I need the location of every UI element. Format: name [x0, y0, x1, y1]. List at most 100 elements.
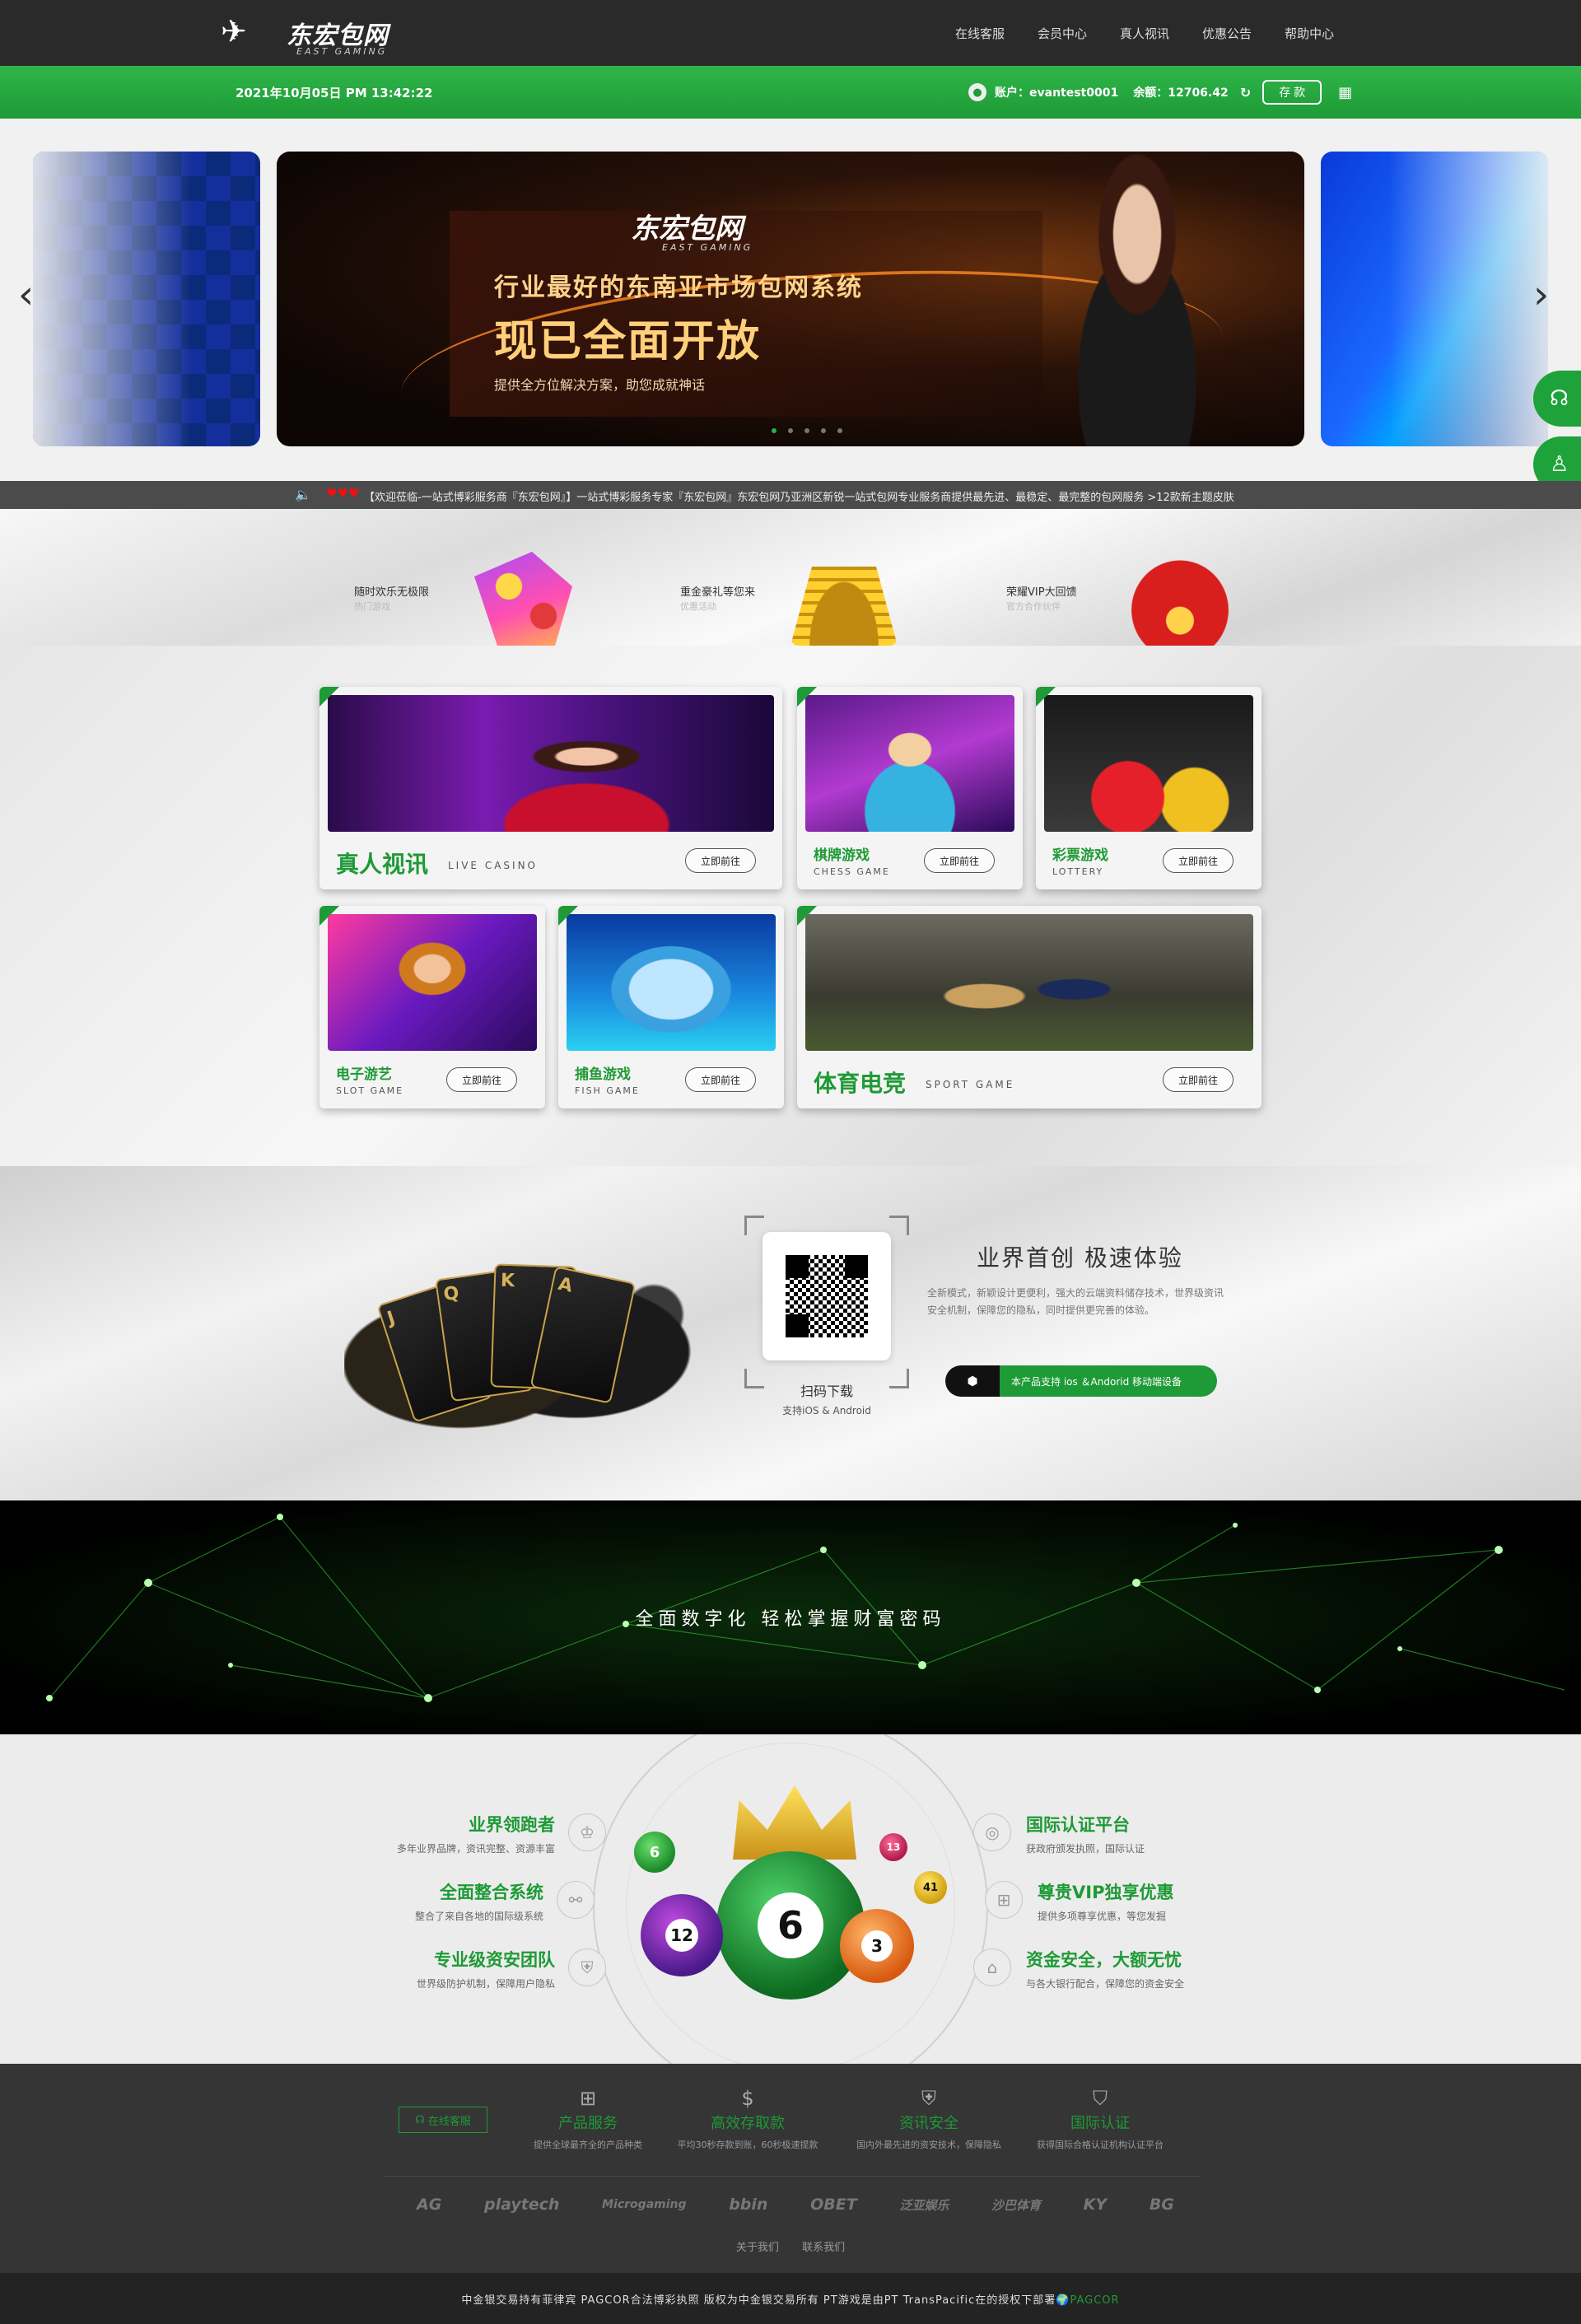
- link-about-us[interactable]: 关于我们: [736, 2242, 779, 2254]
- slide-model-image: [1034, 152, 1240, 446]
- game-name: 棋牌游戏: [814, 847, 870, 864]
- crown-balls-image: 6 12 3 6 13 41: [634, 1785, 947, 2032]
- shield-icon: ⛨: [568, 1948, 606, 1986]
- active-slide[interactable]: 东宏包网 EAST GAMING 行业最好的东南亚市场包网系统 现已全面开放 提…: [277, 152, 1304, 446]
- advantage-title: 尊贵VIP独享优惠: [1038, 1883, 1174, 1902]
- service-subtitle: 国内外最先进的资安技术，保障隐私: [856, 2140, 1001, 2150]
- footer-service-certification[interactable]: ⛉ 国际认证 获得国际合格认证机构认证平台: [1010, 2087, 1191, 2151]
- slide-pagination: [766, 428, 848, 433]
- game-card-fish[interactable]: 捕鱼游戏 FISH GAME 立即前往: [558, 906, 784, 1108]
- previous-slide-preview[interactable]: [33, 152, 260, 446]
- service-title: 高效存取款: [711, 2115, 785, 2132]
- go-button[interactable]: 立即前往: [1163, 848, 1234, 873]
- partner-logo-ag: AG: [417, 2196, 442, 2214]
- network-banner-text: 全面数字化 轻松掌握财富密码: [635, 1609, 946, 1630]
- game-name-en: LIVE CASINO: [448, 860, 538, 871]
- network-icon: ⚯: [557, 1881, 595, 1919]
- feature-subtitle: 优惠活动: [680, 601, 716, 612]
- game-name-en: LOTTERY: [1052, 866, 1104, 877]
- gift-icon: ⊞: [985, 1881, 1023, 1919]
- advantage-subtitle: 提供多项尊享优惠，等您发掘: [1038, 1911, 1167, 1922]
- badge-icon: ⛉: [1093, 2087, 1108, 2110]
- service-subtitle: 提供全球最齐全的产品种类: [534, 2140, 642, 2150]
- game-name: 捕鱼游戏: [575, 1066, 631, 1083]
- fish-thumbnail: [567, 914, 776, 1051]
- grid-menu-icon[interactable]: ▦: [1338, 84, 1352, 101]
- advantage-integrated-system: 全面整合系统 整合了来自各地的国际级系统: [296, 1879, 543, 1923]
- nav-member-center[interactable]: 会员中心: [1038, 25, 1087, 42]
- headset-small-icon: ☊: [415, 2113, 428, 2126]
- account-name: 账户：evantest0001: [995, 86, 1119, 100]
- game-card-chess[interactable]: 棋牌游戏 CHESS GAME 立即前往: [797, 687, 1023, 889]
- footer-service-products[interactable]: ⊞ 产品服务 提供全球最齐全的产品种类: [497, 2087, 679, 2151]
- qr-code-icon[interactable]: [786, 1255, 868, 1337]
- service-title: 国际认证: [1070, 2115, 1130, 2132]
- go-button[interactable]: 立即前往: [685, 848, 756, 873]
- footer-customer-service-button[interactable]: ☊ 在线客服: [399, 2107, 487, 2133]
- footer-service-security[interactable]: ⛨ 资讯安全 国内外最先进的资安技术，保障隐私: [838, 2087, 1019, 2151]
- lottery-phone-icon: [474, 552, 572, 646]
- service-title: 产品服务: [558, 2115, 618, 2132]
- shield-check-icon: ⛨: [921, 2087, 936, 2110]
- app-support-badge[interactable]: ⬢ 本产品支持 ios ＆Andorid 移动端设备: [945, 1365, 1217, 1397]
- nav-promotions[interactable]: 优惠公告: [1202, 25, 1252, 42]
- game-card-sport[interactable]: 体育电竞 SPORT GAME 立即前往: [797, 906, 1262, 1108]
- go-button[interactable]: 立即前往: [685, 1067, 756, 1092]
- game-card-live-casino[interactable]: 真人视讯 LIVE CASINO 立即前往: [319, 687, 782, 889]
- nav-customer-service[interactable]: 在线客服: [955, 25, 1005, 42]
- advantage-fund-safety: 资金安全，大额无忧 与各大银行配合，保障您的资金安全: [1026, 1947, 1273, 1990]
- app-description: 全新模式，新颖设计更便利，强大的云端资料储存技术，世界级资讯安全机制，保障您的隐…: [927, 1287, 1224, 1316]
- service-title: 资讯安全: [899, 2115, 958, 2132]
- slide-title: 现已全面开放: [494, 317, 762, 366]
- advantage-subtitle: 世界级防护机制，保障用户隐私: [416, 1978, 555, 1990]
- slide-dot[interactable]: [804, 428, 809, 433]
- partner-logo-bg: BG: [1149, 2196, 1174, 2214]
- nav-help-center[interactable]: 帮助中心: [1285, 25, 1334, 42]
- playing-cards-image: J Q K A: [344, 1216, 731, 1463]
- hearts-icon: ♥♥♥: [326, 486, 360, 501]
- crown-icon: [733, 1785, 856, 1860]
- game-card-slot[interactable]: 电子游艺 SLOT GAME 立即前往: [319, 906, 545, 1108]
- slide-subtitle: 提供全方位解决方案，助您成就神话: [494, 377, 706, 393]
- site-logo[interactable]: ✈ 东宏包网 EAST GAMING: [221, 10, 402, 57]
- deposit-button[interactable]: 存 款: [1262, 80, 1322, 105]
- next-slide-preview[interactable]: [1321, 152, 1548, 446]
- refresh-icon[interactable]: ↻: [1240, 85, 1251, 100]
- qr-code-box: [763, 1232, 891, 1360]
- slide-dot[interactable]: [821, 428, 826, 433]
- slide-dot[interactable]: [837, 428, 842, 433]
- service-subtitle: 获得国际合格认证机构认证平台: [1037, 2140, 1164, 2150]
- copyright-brand: PAGCOR: [1070, 2294, 1120, 2307]
- advantage-subtitle: 整合了来自各地的国际级系统: [414, 1911, 543, 1922]
- marquee-text[interactable]: 【欢迎莅临-一站式博彩服务商『东宏包网』】一站式博彩服务专家『东宏包网』东宏包网…: [364, 488, 1286, 504]
- account-info: ● 账户：evantest0001 余额：12706.42 ↻ 存 款 ▦: [968, 79, 1352, 105]
- globe-icon: ◎: [973, 1813, 1011, 1851]
- slide-dot[interactable]: [788, 428, 793, 433]
- copyright-bar: 中金银交易持有菲律宾 PAGCOR合法博彩执照 版权为中金银交易所有 PT游戏是…: [0, 2273, 1581, 2324]
- partner-logo-microgaming: Microgaming: [602, 2198, 687, 2211]
- nav-live-casino[interactable]: 真人视讯: [1120, 25, 1169, 42]
- go-button[interactable]: 立即前往: [446, 1067, 517, 1092]
- top-header: ✈ 东宏包网 EAST GAMING 在线客服 会员中心 真人视讯 优惠公告 帮…: [0, 0, 1581, 66]
- link-contact-us[interactable]: 联系我们: [802, 2242, 845, 2254]
- advantage-title: 资金安全，大额无忧: [1026, 1950, 1182, 1970]
- game-name: 真人视讯: [336, 851, 429, 878]
- go-button[interactable]: 立即前往: [924, 848, 995, 873]
- footer-links: 关于我们 联系我们: [0, 2238, 1581, 2254]
- ball-orange: 3: [840, 1909, 914, 1983]
- slide-dot[interactable]: [772, 428, 777, 433]
- footer-service-transactions[interactable]: $ 高效存取款 平均30秒存款到账，60秒极速提款: [657, 2087, 838, 2151]
- go-button[interactable]: 立即前往: [1163, 1067, 1234, 1092]
- chevron-right-icon[interactable]: ›: [1533, 272, 1549, 318]
- user-icon[interactable]: ●: [968, 83, 986, 101]
- trophy-icon: ♔: [568, 1813, 606, 1851]
- game-name-en: SLOT GAME: [336, 1085, 404, 1096]
- chevron-left-icon[interactable]: ‹: [18, 272, 34, 318]
- user-bar: 2021年10月05日 PM 13:42:22 ● 账户：evantest000…: [0, 66, 1581, 119]
- ball-small-pink: 13: [879, 1833, 907, 1861]
- lottery-thumbnail: [1044, 695, 1253, 832]
- game-card-lottery[interactable]: 彩票游戏 LOTTERY 立即前往: [1036, 687, 1262, 889]
- main-nav: 在线客服 会员中心 真人视讯 优惠公告 帮助中心: [939, 0, 1350, 66]
- advantage-title: 业界领跑者: [469, 1815, 555, 1835]
- game-name-en: CHESS GAME: [814, 866, 890, 877]
